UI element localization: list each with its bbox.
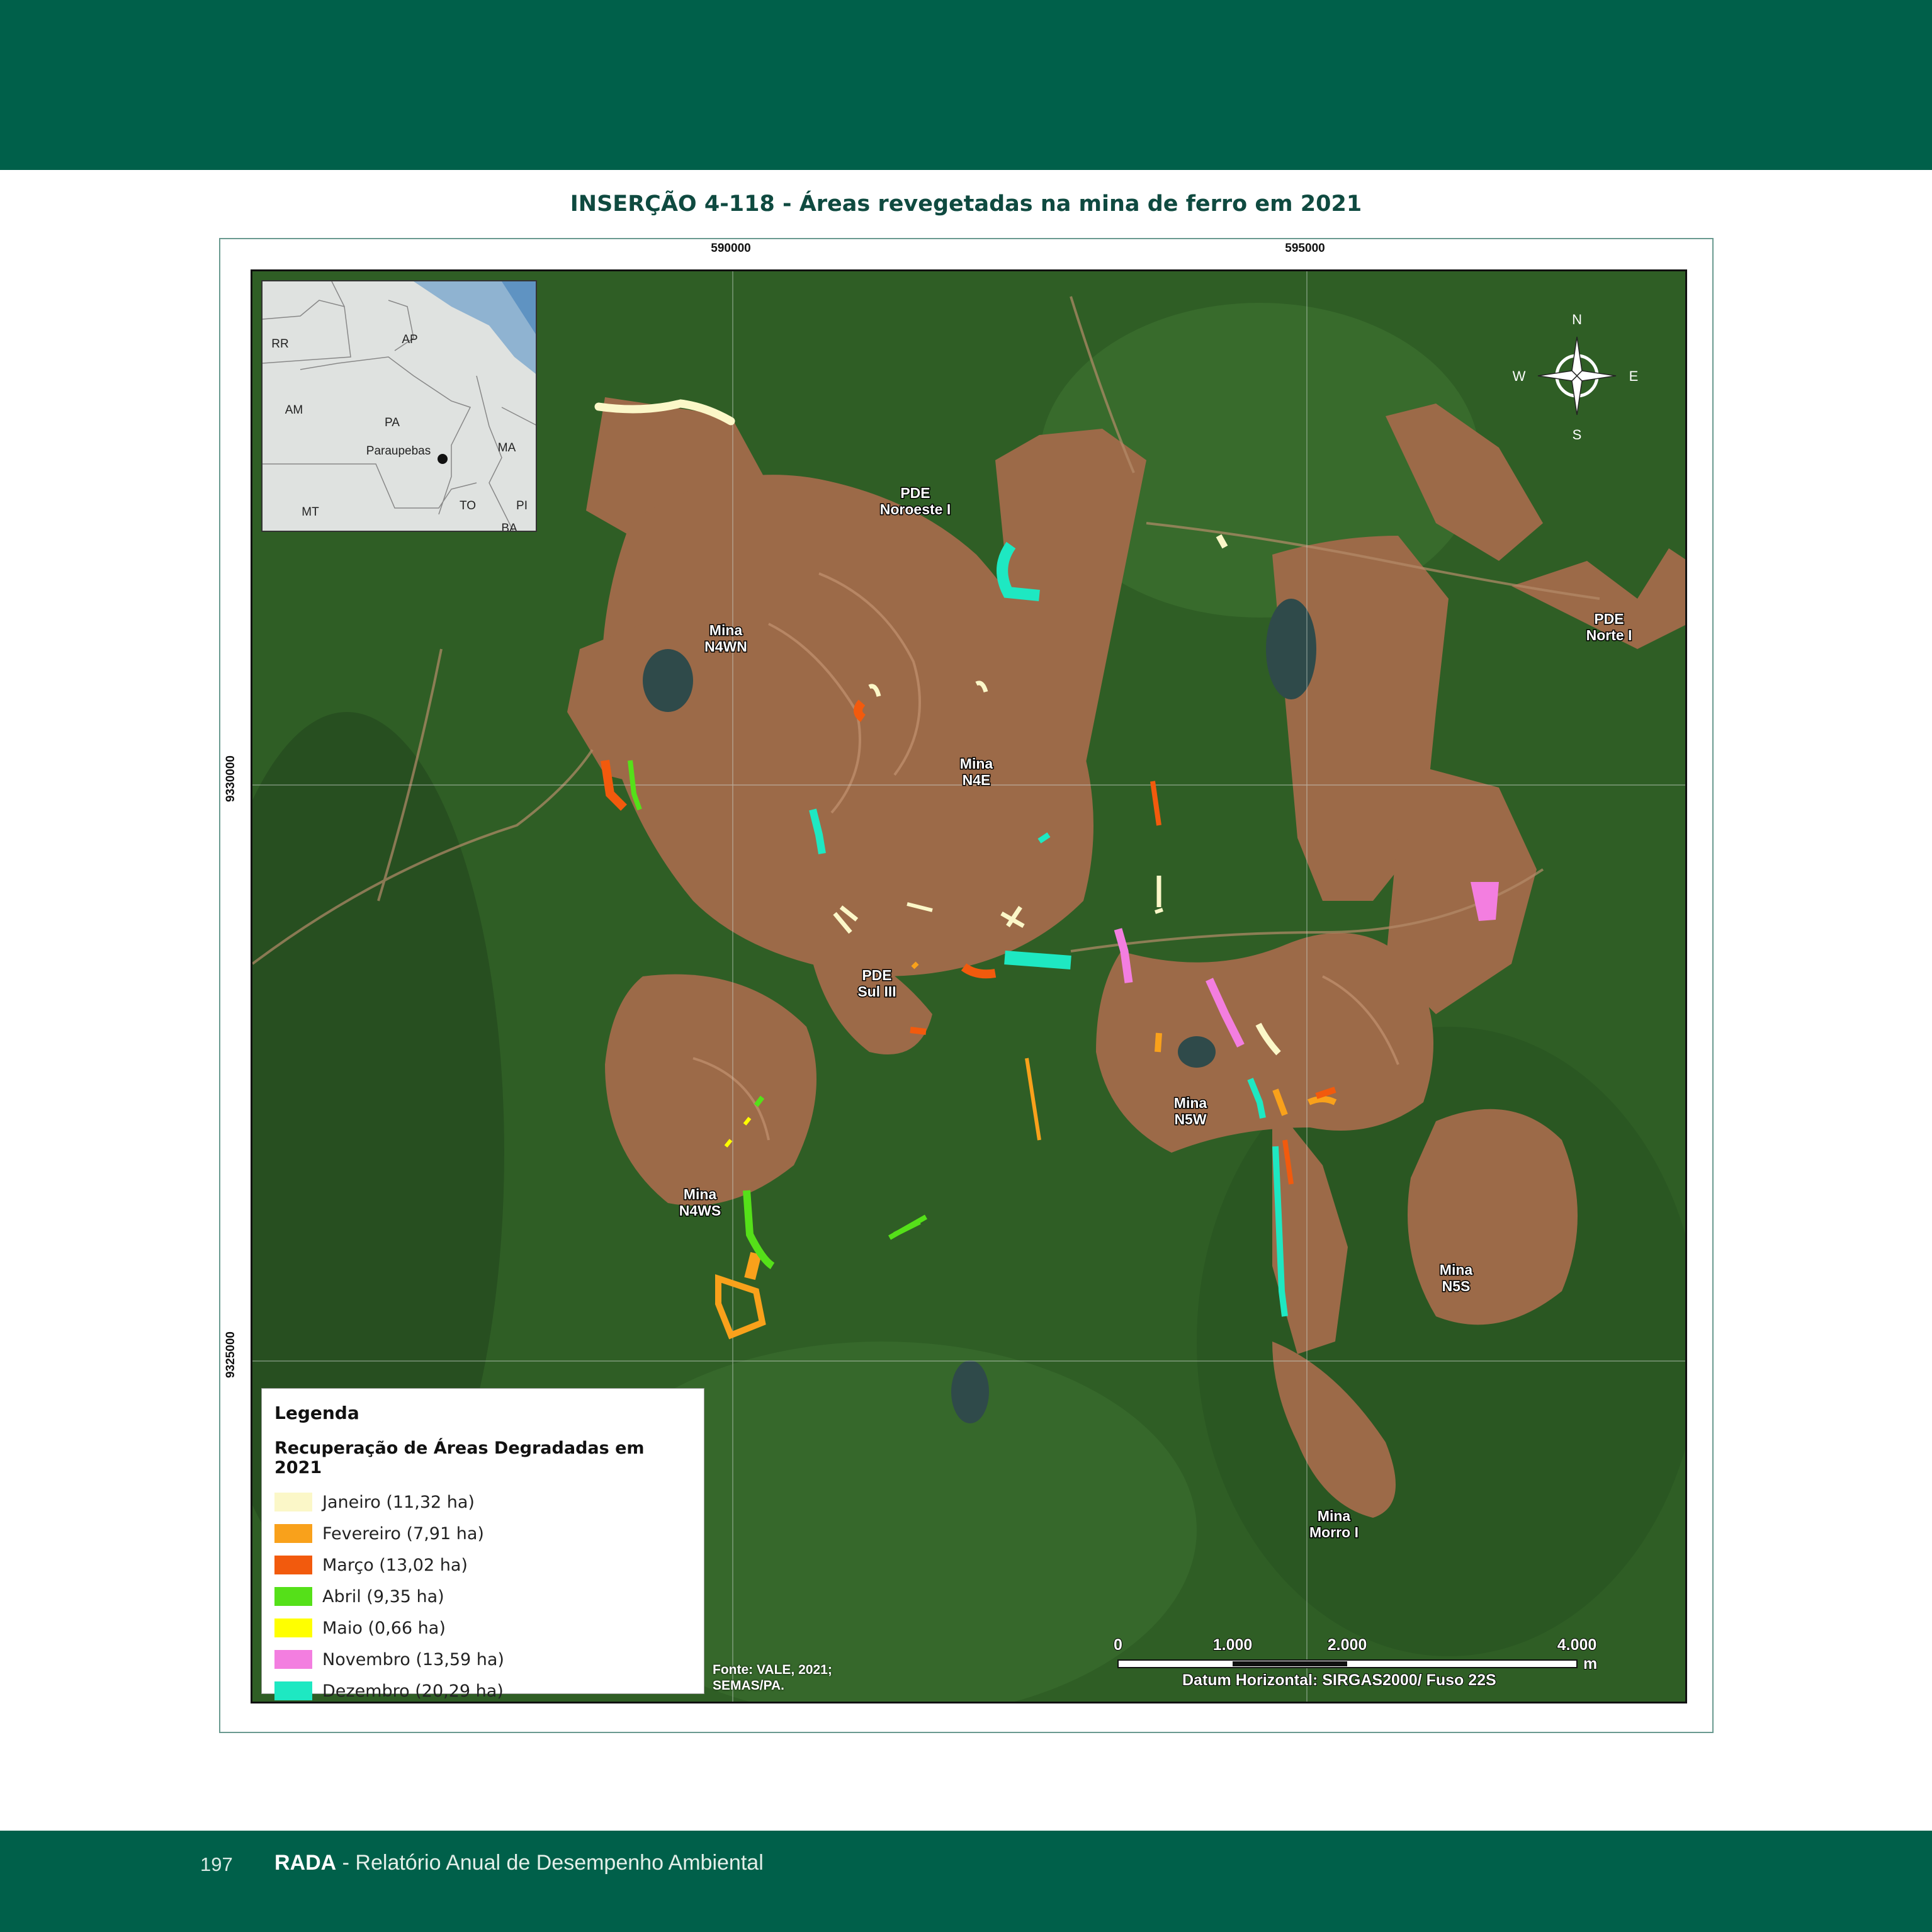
legend-subtitle: Recuperação de Áreas Degradadas em 2021 [274, 1438, 645, 1477]
legend-label: Dezembro (20,29 ha) [322, 1681, 504, 1701]
label-pde-sul-1: PDE [862, 967, 891, 983]
label-pde-noroeste-2: Noroeste I [880, 501, 951, 517]
compass-w: W [1513, 368, 1526, 384]
compass-e: E [1629, 368, 1639, 384]
x-tick-590000: 590000 [711, 242, 751, 255]
legend-item: Dezembro (20,29 ha) [274, 1675, 691, 1707]
legend-item: Janeiro (11,32 ha) [274, 1486, 691, 1518]
footer-brand: RADA [274, 1851, 337, 1875]
inset-city-label: Paraupebas [366, 444, 431, 458]
inset-state-am: AM [285, 404, 303, 417]
label-pde-sul-2: Sul III [857, 983, 896, 1000]
map-source: Fonte: VALE, 2021; SEMAS/PA. [713, 1662, 832, 1693]
label-mina-n4e-1: Mina [960, 755, 993, 772]
scale-label-0: 0 [1114, 1636, 1122, 1654]
compass-s: S [1573, 427, 1582, 443]
legend-swatch [274, 1650, 312, 1669]
label-mina-n4e-2: N4E [963, 772, 991, 788]
inset-state-ap: AP [402, 333, 417, 346]
legend-swatch [274, 1681, 312, 1700]
scale-label-2000: 2.000 [1328, 1636, 1367, 1654]
y-tick-9325000: 9325000 [224, 1331, 237, 1378]
label-mina-morro-2: Morro I [1309, 1524, 1359, 1540]
inset-city-marker [438, 454, 448, 464]
inset-state-pi: PI [516, 499, 528, 512]
legend-item: Maio (0,66 ha) [274, 1612, 691, 1644]
legend-swatch [274, 1587, 312, 1606]
label-mina-morro-1: Mina [1318, 1508, 1351, 1524]
legend-label: Março (13,02 ha) [322, 1555, 468, 1575]
scale-datum: Datum Horizontal: SIRGAS2000/ Fuso 22S [1182, 1671, 1496, 1689]
scale-label-4000: 4.000 [1557, 1636, 1597, 1654]
legend-swatch [274, 1556, 312, 1574]
footer-description: - Relatório Anual de Desempenho Ambienta… [336, 1851, 764, 1875]
legend-swatch [274, 1493, 312, 1511]
inset-state-ba: BA [501, 522, 517, 532]
legend-label: Fevereiro (7,91 ha) [322, 1523, 484, 1544]
label-mina-n5s-2: N5S [1442, 1278, 1471, 1294]
inset-state-rr: RR [271, 337, 288, 351]
scale-label-1000: 1.000 [1213, 1636, 1253, 1654]
compass-n: N [1572, 312, 1582, 327]
label-mina-n5s-1: Mina [1440, 1262, 1473, 1278]
legend-label: Janeiro (11,32 ha) [322, 1492, 475, 1512]
legend-item: Abril (9,35 ha) [274, 1581, 691, 1612]
x-tick-595000: 595000 [1285, 242, 1325, 255]
source-line-1: Fonte: VALE, 2021; [713, 1663, 832, 1677]
legend-item: Março (13,02 ha) [274, 1549, 691, 1581]
inset-state-mt: MT [302, 506, 319, 519]
footer-band [0, 1831, 1932, 1932]
inset-state-to: TO [460, 499, 476, 512]
inset-state-pa: PA [385, 416, 400, 429]
label-mina-n5w-1: Mina [1174, 1095, 1207, 1111]
legend-swatch [274, 1618, 312, 1637]
label-mina-n4wn-2: N4WN [704, 638, 747, 655]
figure-title: INSERÇÃO 4-118 - Áreas revegetadas na mi… [570, 191, 1362, 217]
label-mina-n4ws-1: Mina [684, 1186, 717, 1202]
inset-state-ma: MA [498, 441, 516, 455]
legend-item: Novembro (13,59 ha) [274, 1644, 691, 1675]
label-pde-norte-1: PDE [1594, 611, 1624, 627]
legend-title: Legenda [274, 1403, 359, 1423]
header-band [0, 0, 1932, 170]
label-mina-n4ws-2: N4WS [679, 1202, 721, 1219]
legend-swatch [274, 1524, 312, 1543]
legend-item: Fevereiro (7,91 ha) [274, 1518, 691, 1549]
label-pde-norte-2: Norte I [1586, 627, 1632, 643]
source-line-2: SEMAS/PA. [713, 1678, 784, 1693]
label-pde-noroeste-1: PDE [900, 485, 930, 501]
legend-label: Maio (0,66 ha) [322, 1618, 446, 1638]
footer-title: RADA - Relatório Anual de Desempenho Amb… [274, 1851, 764, 1875]
label-mina-n5w-2: N5W [1174, 1111, 1206, 1127]
legend-panel: Legenda Recuperação de Áreas Degradadas … [261, 1388, 704, 1701]
legend-label: Novembro (13,59 ha) [322, 1649, 504, 1669]
legend-label: Abril (9,35 ha) [322, 1586, 444, 1607]
y-tick-9330000: 9330000 [224, 755, 237, 802]
label-mina-n4wn-1: Mina [709, 622, 743, 638]
inset-locator-map: RR AP AM PA MA MT TO PI BA Paraupebas [261, 280, 537, 532]
page-number: 197 [200, 1853, 233, 1875]
scale-unit: m [1583, 1655, 1597, 1673]
